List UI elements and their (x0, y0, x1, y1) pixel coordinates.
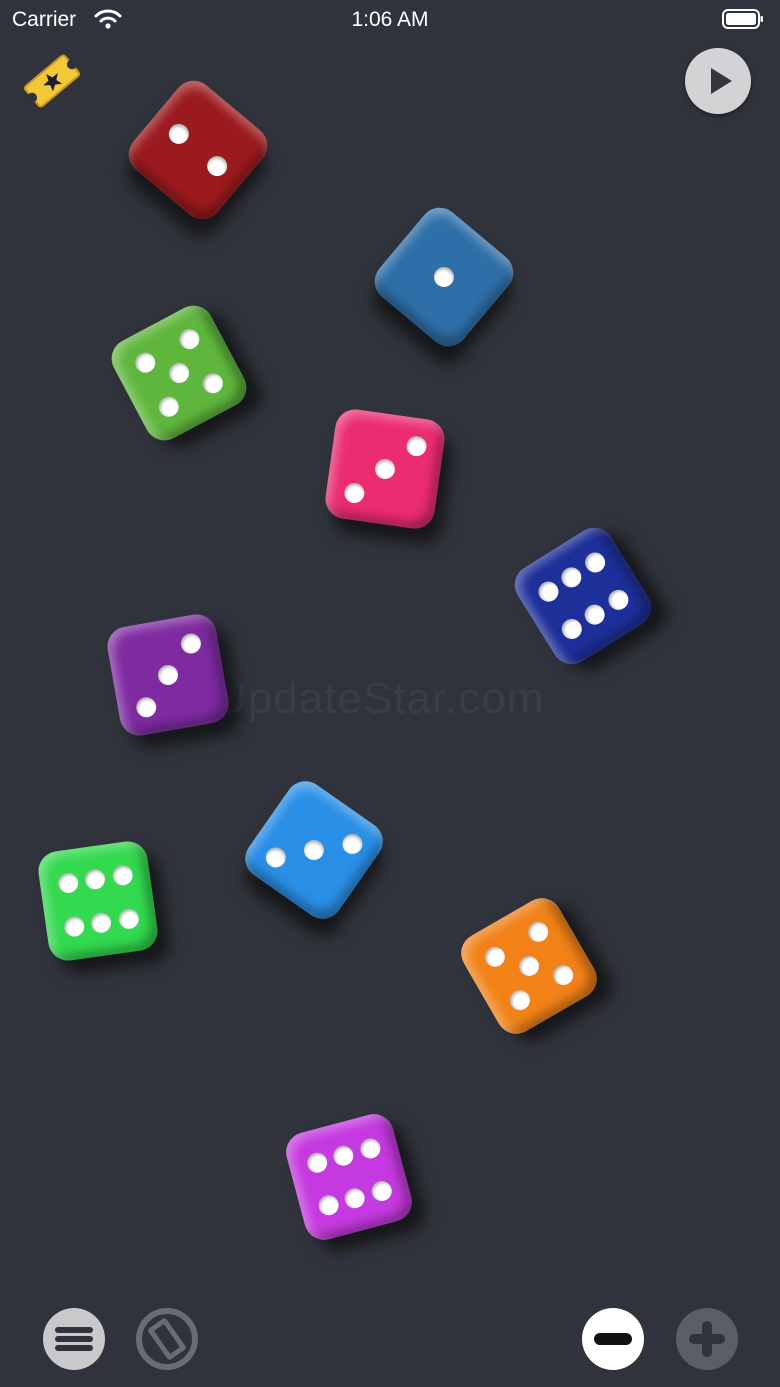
die-pip (178, 631, 202, 655)
plus-icon (676, 1308, 738, 1370)
play-button[interactable] (685, 48, 751, 114)
die-pip (515, 952, 543, 980)
clock: 1:06 AM (351, 8, 429, 31)
die-lime[interactable] (35, 838, 161, 964)
ticket-button[interactable] (20, 50, 84, 112)
die-pip (199, 369, 227, 397)
die-red[interactable] (120, 72, 276, 228)
add-die-button[interactable] (674, 1306, 740, 1372)
die-pip (56, 871, 80, 895)
die-pip (557, 615, 586, 644)
rotate-button[interactable] (134, 1306, 200, 1372)
die-sky-blue[interactable] (237, 773, 391, 927)
die-pip (342, 481, 366, 504)
die-pip (62, 915, 86, 938)
die-pip (580, 548, 609, 577)
die-magenta[interactable] (281, 1109, 417, 1245)
die-pip (524, 917, 552, 946)
minus-icon (582, 1308, 644, 1370)
die-pink[interactable] (322, 406, 448, 532)
rotate-icon (136, 1308, 198, 1370)
die-pip (304, 1150, 329, 1176)
die-blue[interactable] (366, 199, 522, 355)
die-green[interactable] (104, 298, 254, 448)
die-pip (404, 434, 428, 457)
ticket-star-icon (23, 54, 81, 108)
die-pip (156, 663, 180, 687)
watermark: UpdateStar.com (215, 674, 545, 723)
die-pip (369, 1178, 394, 1204)
die-pip (557, 563, 586, 592)
die-pip (429, 262, 459, 292)
play-icon (711, 68, 732, 94)
die-pip (203, 152, 232, 181)
die-pip (83, 867, 107, 891)
die-pip (300, 836, 328, 864)
menu-button[interactable] (41, 1306, 107, 1372)
die-pip (116, 907, 140, 931)
die-pip (604, 586, 632, 614)
die-pip (165, 359, 193, 387)
menu-icon (43, 1308, 105, 1370)
die-pip (164, 119, 193, 148)
die-pip (580, 600, 609, 629)
die-pip (175, 325, 203, 353)
die-pip (480, 943, 509, 971)
die-pip (134, 695, 158, 719)
die-pip (338, 829, 367, 858)
die-pip (534, 578, 562, 606)
remove-die-button[interactable] (580, 1306, 646, 1372)
die-navy[interactable] (507, 520, 659, 672)
die-pip (131, 349, 159, 377)
die-pip (89, 911, 113, 935)
battery-icon (722, 9, 763, 29)
die-pip (506, 986, 534, 1015)
die-pip (331, 1143, 356, 1168)
die-pip (342, 1186, 367, 1211)
die-purple[interactable] (104, 611, 232, 739)
die-pip (315, 1193, 341, 1218)
die-pip (549, 961, 578, 989)
die-pip (261, 842, 290, 871)
status-bar: Carrier 1:06 AM (0, 0, 780, 40)
die-pip (110, 864, 134, 887)
die-pip (373, 457, 397, 481)
die-pip (155, 393, 183, 421)
die-orange[interactable] (453, 890, 605, 1042)
die-pip (357, 1136, 383, 1161)
